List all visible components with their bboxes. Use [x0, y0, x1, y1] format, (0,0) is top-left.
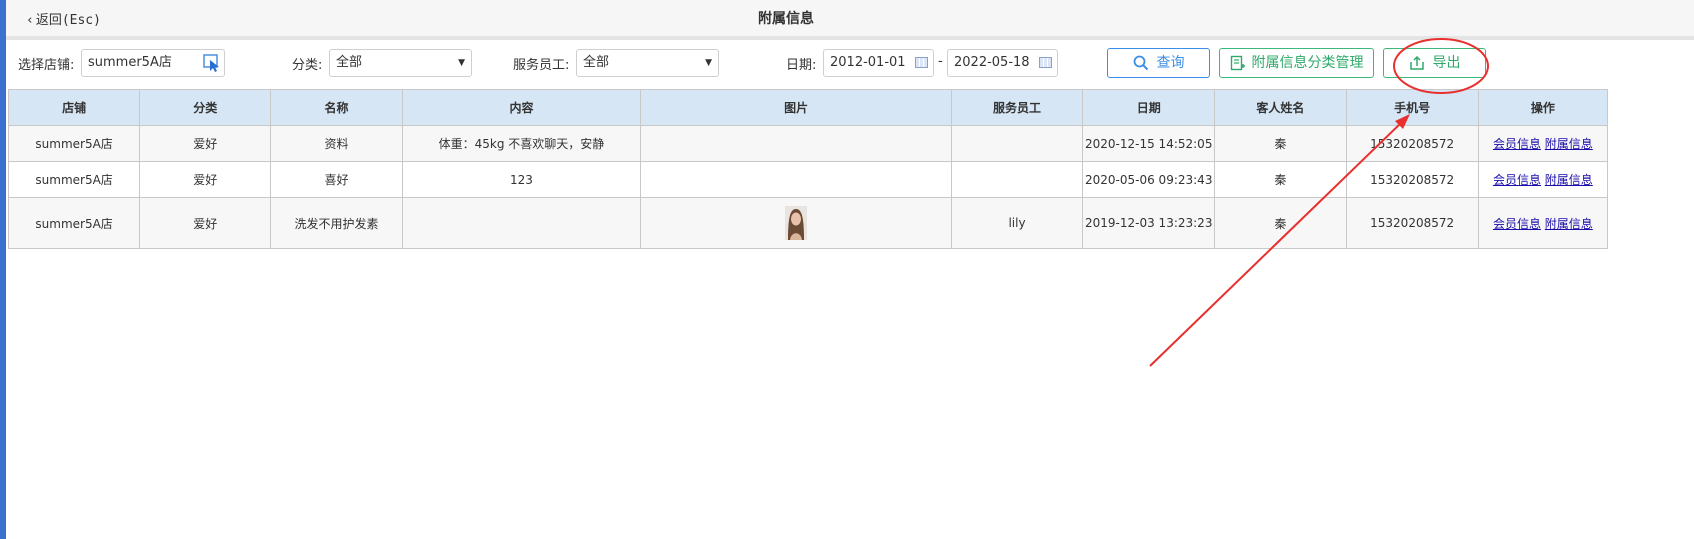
- staff-select[interactable]: 全部 ▼: [576, 49, 719, 77]
- cell-image: [640, 197, 952, 249]
- calendar-icon[interactable]: [1039, 57, 1052, 68]
- table-row: summer5A店 爱好 洗发不用护发素 lily 2019-12-03 13:…: [7, 197, 1609, 249]
- table-row: summer5A店 爱好 资料 体重：45kg 不喜欢聊天，安静 2020-12…: [7, 125, 1609, 162]
- cell-store: summer5A店: [7, 125, 141, 162]
- date-label: 日期:: [786, 58, 817, 73]
- category-manage-label: 附属信息分类管理: [1251, 55, 1364, 71]
- member-info-link[interactable]: 会员信息: [1493, 137, 1541, 151]
- edit-list-icon: [1230, 55, 1245, 71]
- cell-date: 2020-05-06 09:23:43: [1082, 161, 1216, 198]
- store-input[interactable]: summer5A店: [81, 49, 225, 77]
- search-icon: [1133, 55, 1148, 71]
- store-label: 选择店铺:: [18, 58, 75, 73]
- store-value: summer5A店: [88, 55, 172, 70]
- staff-label: 服务员工:: [513, 58, 570, 73]
- cell-phone: 15320208572: [1345, 197, 1479, 249]
- portrait-thumbnail[interactable]: [785, 206, 808, 240]
- export-icon: [1409, 55, 1424, 70]
- cell-category: 爱好: [139, 161, 272, 198]
- cell-staff: [950, 125, 1084, 162]
- cell-content: 体重：45kg 不喜欢聊天，安静: [401, 125, 642, 162]
- column-header[interactable]: 操作: [1477, 89, 1609, 126]
- category-manage-button[interactable]: 附属信息分类管理: [1219, 48, 1374, 78]
- column-header[interactable]: 图片: [640, 89, 952, 126]
- column-header[interactable]: 内容: [401, 89, 642, 126]
- cell-name: 喜好: [270, 161, 403, 198]
- attached-info-link[interactable]: 附属信息: [1545, 217, 1593, 231]
- search-button[interactable]: 查询: [1107, 48, 1210, 78]
- info-table: 店铺 分类 名称 内容 图片 服务员工 日期 客人姓名 手机号 操作 summe…: [7, 89, 1609, 249]
- cell-store: summer5A店: [7, 161, 141, 198]
- search-label: 查询: [1156, 55, 1185, 71]
- table-row: summer5A店 爱好 喜好 123 2020-05-06 09:23:43 …: [7, 161, 1609, 198]
- cell-date: 2020-12-15 14:52:05: [1082, 125, 1216, 162]
- column-header[interactable]: 服务员工: [950, 89, 1084, 126]
- category-select[interactable]: 全部 ▼: [329, 49, 472, 77]
- cell-category: 爱好: [139, 197, 272, 249]
- column-header[interactable]: 客人姓名: [1214, 89, 1347, 126]
- date-from-value: 2012-01-01: [830, 55, 906, 70]
- date-to-value: 2022-05-18: [954, 55, 1030, 70]
- cell-store: summer5A店: [7, 197, 141, 249]
- attached-info-link[interactable]: 附属信息: [1545, 173, 1593, 187]
- cell-date: 2019-12-03 13:23:23: [1082, 197, 1216, 249]
- date-to-input[interactable]: 2022-05-18: [947, 49, 1058, 77]
- column-header[interactable]: 店铺: [7, 89, 141, 126]
- cell-phone: 15320208572: [1345, 125, 1479, 162]
- cell-content: 123: [401, 161, 642, 198]
- chevron-down-icon: ▼: [458, 58, 465, 68]
- member-info-link[interactable]: 会员信息: [1493, 217, 1541, 231]
- cell-image: [640, 125, 952, 162]
- cell-image: [640, 161, 952, 198]
- member-info-link[interactable]: 会员信息: [1493, 173, 1541, 187]
- cell-category: 爱好: [139, 125, 272, 162]
- attached-info-link[interactable]: 附属信息: [1545, 137, 1593, 151]
- date-separator: -: [938, 54, 943, 69]
- cell-content: [401, 197, 642, 249]
- chevron-down-icon: ▼: [705, 58, 712, 68]
- filter-bar: 选择店铺: summer5A店 分类: 全部 ▼ 服务员工: 全部 ▼ 日期: …: [6, 40, 1694, 88]
- column-header[interactable]: 日期: [1082, 89, 1216, 126]
- category-label: 分类:: [292, 58, 323, 73]
- column-header[interactable]: 手机号: [1345, 89, 1479, 126]
- cell-name: 资料: [270, 125, 403, 162]
- cell-guest: 秦: [1214, 161, 1347, 198]
- staff-value: 全部: [583, 55, 610, 70]
- cell-phone: 15320208572: [1345, 161, 1479, 198]
- export-button[interactable]: 导出: [1383, 48, 1486, 78]
- cell-actions: 会员信息 附属信息: [1477, 125, 1609, 162]
- cell-guest: 秦: [1214, 125, 1347, 162]
- cell-name: 洗发不用护发素: [270, 197, 403, 249]
- cell-staff: [950, 161, 1084, 198]
- cell-guest: 秦: [1214, 197, 1347, 249]
- category-value: 全部: [336, 55, 363, 70]
- column-header[interactable]: 分类: [139, 89, 272, 126]
- cell-actions: 会员信息 附属信息: [1477, 197, 1609, 249]
- calendar-icon[interactable]: [915, 57, 928, 68]
- date-from-input[interactable]: 2012-01-01: [823, 49, 934, 77]
- table-header-row: 店铺 分类 名称 内容 图片 服务员工 日期 客人姓名 手机号 操作: [7, 89, 1609, 126]
- cell-staff: lily: [950, 197, 1084, 249]
- export-label: 导出: [1432, 55, 1461, 71]
- page-title: 附属信息: [758, 11, 814, 27]
- top-bar: ‹ 返回(Esc) 附属信息: [6, 0, 1694, 40]
- column-header[interactable]: 名称: [270, 89, 403, 126]
- cell-actions: 会员信息 附属信息: [1477, 161, 1609, 198]
- store-picker-icon[interactable]: [202, 53, 222, 73]
